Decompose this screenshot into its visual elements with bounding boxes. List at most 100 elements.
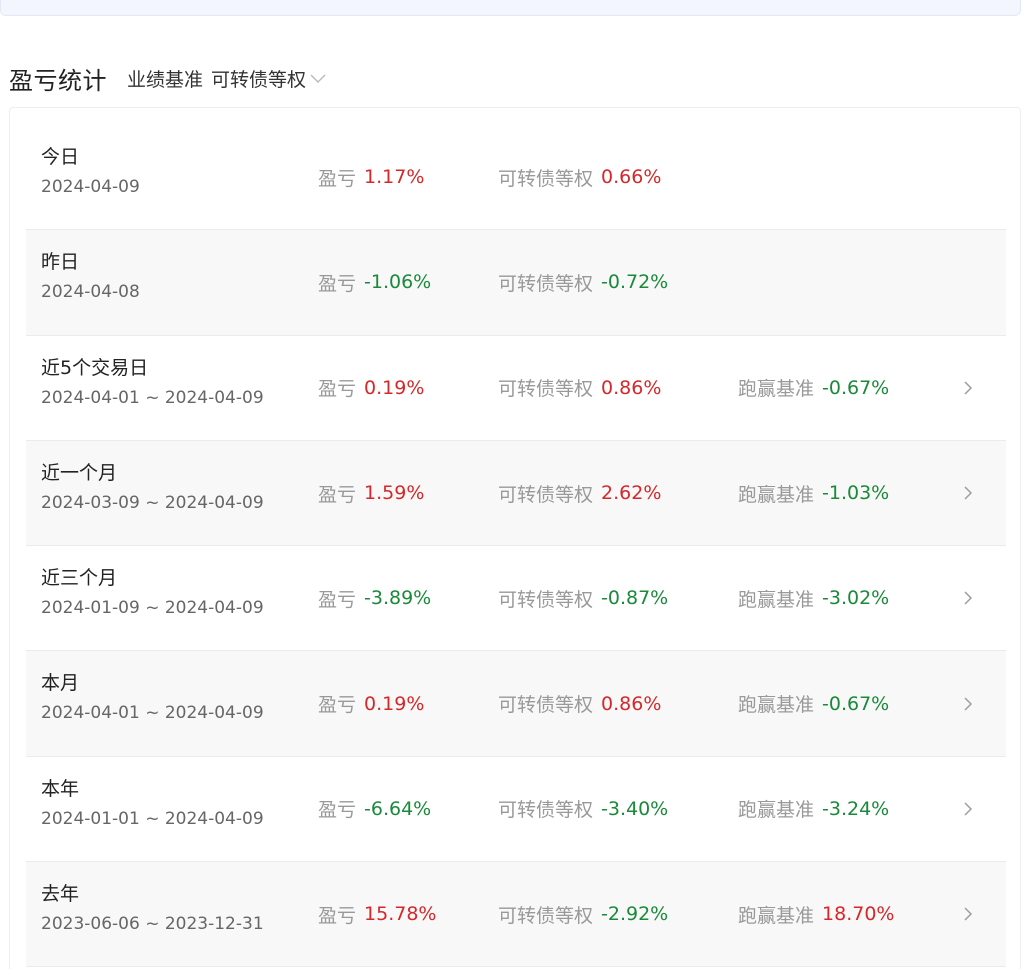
period-date-range: 2024-04-09	[41, 177, 140, 197]
stats-row: 今日 2024-04-09 盈亏 1.17% 可转债等权 0.66%	[26, 125, 1006, 231]
pnl-value: 0.19%	[364, 376, 425, 399]
excess-return-label: 跑赢基准	[738, 588, 815, 611]
pnl-label: 盈亏	[318, 167, 357, 190]
row-detail-link[interactable]	[963, 546, 973, 650]
stats-row: 昨日 2024-04-08 盈亏 -1.06% 可转债等权 -0.72%	[26, 230, 1006, 336]
period-info: 去年 2023-06-06 ~ 2023-12-31	[41, 881, 264, 935]
period-info: 近三个月 2024-01-09 ~ 2024-04-09	[41, 565, 264, 619]
pnl-label: 盈亏	[318, 272, 357, 295]
pnl-value: 0.19%	[364, 692, 425, 715]
benchmark-metric: 可转债等权 -0.72%	[498, 230, 668, 334]
stats-header: 盈亏统计 业绩基准 可转债等权	[9, 60, 326, 96]
row-detail-link[interactable]	[963, 757, 973, 861]
benchmark-metric-label: 可转债等权	[498, 904, 594, 927]
chevron-right-icon	[964, 697, 973, 711]
chevron-down-icon	[310, 74, 326, 83]
row-detail-link[interactable]	[963, 862, 973, 966]
pnl-value: -3.89%	[364, 587, 432, 610]
benchmark-metric-label: 可转债等权	[498, 378, 594, 401]
pnl-metric: 盈亏 0.19%	[318, 651, 424, 755]
stats-row[interactable]: 本年 2024-01-01 ~ 2024-04-09 盈亏 -6.64% 可转债…	[26, 757, 1006, 863]
pnl-label: 盈亏	[318, 799, 357, 822]
stats-row[interactable]: 近5个交易日 2024-04-01 ~ 2024-04-09 盈亏 0.19% …	[26, 336, 1006, 441]
pnl-label: 盈亏	[318, 904, 357, 927]
period-name: 近5个交易日	[41, 356, 149, 379]
pnl-value: -6.64%	[364, 797, 432, 820]
benchmark-metric-value: -2.92%	[601, 903, 669, 926]
period-name: 本月	[41, 672, 80, 695]
period-name: 近三个月	[41, 567, 118, 590]
excess-return-value: -3.02%	[822, 587, 890, 610]
benchmark-dropdown[interactable]: 可转债等权	[211, 65, 326, 92]
benchmark-metric-label: 可转债等权	[498, 483, 594, 506]
pnl-label: 盈亏	[318, 483, 357, 506]
period-date-range: 2024-04-01 ~ 2024-04-09	[41, 703, 264, 724]
benchmark-metric: 可转债等权 0.86%	[498, 336, 661, 440]
stats-row[interactable]: 近三个月 2024-01-09 ~ 2024-04-09 盈亏 -3.89% 可…	[26, 546, 1006, 652]
pnl-metric: 盈亏 -6.64%	[318, 757, 431, 861]
benchmark-metric-label: 可转债等权	[498, 272, 594, 295]
row-detail-link[interactable]	[963, 441, 973, 545]
pnl-value: 1.59%	[364, 482, 425, 505]
pnl-label: 盈亏	[318, 378, 357, 401]
chevron-right-icon	[964, 591, 973, 605]
benchmark-metric-value: 2.62%	[601, 482, 662, 505]
stats-row[interactable]: 去年 2023-06-06 ~ 2023-12-31 盈亏 15.78% 可转债…	[26, 862, 1006, 968]
stats-row[interactable]: 本月 2024-04-01 ~ 2024-04-09 盈亏 0.19% 可转债等…	[26, 651, 1006, 757]
period-info: 今日 2024-04-09	[41, 144, 140, 198]
chevron-right-icon	[964, 802, 973, 816]
pnl-value: 1.17%	[364, 166, 425, 189]
benchmark-metric: 可转债等权 0.86%	[498, 651, 661, 755]
pnl-metric: 盈亏 -3.89%	[318, 546, 431, 650]
excess-return-metric: 跑赢基准 -0.67%	[738, 336, 889, 440]
excess-return-metric: 跑赢基准 -3.02%	[738, 546, 889, 650]
chevron-right-icon	[964, 381, 973, 395]
benchmark-metric: 可转债等权 -3.40%	[498, 757, 668, 861]
excess-return-metric: 跑赢基准 -3.24%	[738, 757, 889, 861]
pnl-value: -1.06%	[364, 271, 432, 294]
benchmark-metric-value: 0.66%	[601, 166, 662, 189]
pnl-stats-list: 今日 2024-04-09 盈亏 1.17% 可转债等权 0.66% 昨日 20…	[26, 125, 1006, 968]
excess-return-value: -3.24%	[822, 797, 890, 820]
pnl-metric: 盈亏 1.17%	[318, 125, 424, 229]
pnl-label: 盈亏	[318, 588, 357, 611]
pnl-value: 15.78%	[364, 903, 437, 926]
pnl-metric: 盈亏 0.19%	[318, 336, 424, 440]
benchmark-metric-value: 0.86%	[601, 692, 662, 715]
period-date-range: 2024-01-01 ~ 2024-04-09	[41, 808, 264, 829]
period-name: 本年	[41, 777, 80, 800]
excess-return-label: 跑赢基准	[738, 483, 815, 506]
benchmark-metric: 可转债等权 -2.92%	[498, 862, 668, 966]
pnl-stats-panel: 今日 2024-04-09 盈亏 1.17% 可转债等权 0.66% 昨日 20…	[9, 107, 1021, 969]
benchmark-metric: 可转债等权 -0.87%	[498, 546, 668, 650]
period-date-range: 2024-04-08	[41, 282, 140, 303]
pnl-metric: 盈亏 -1.06%	[318, 230, 431, 334]
page-title: 盈亏统计	[9, 66, 107, 95]
row-detail-link[interactable]	[963, 651, 973, 755]
period-date-range: 2024-04-01 ~ 2024-04-09	[41, 387, 264, 408]
period-name: 今日	[41, 146, 80, 168]
period-date-range: 2024-01-09 ~ 2024-04-09	[41, 598, 264, 619]
benchmark-value: 可转债等权	[211, 68, 307, 91]
period-info: 本月 2024-04-01 ~ 2024-04-09	[41, 670, 264, 724]
benchmark-metric-label: 可转债等权	[498, 167, 594, 190]
benchmark-label: 业绩基准	[127, 68, 204, 91]
row-detail-link[interactable]	[963, 336, 973, 440]
benchmark-metric-value: -0.87%	[601, 587, 669, 610]
chevron-right-icon	[964, 907, 973, 921]
excess-return-label: 跑赢基准	[738, 378, 815, 401]
excess-return-value: -0.67%	[822, 376, 890, 399]
excess-return-value: -1.03%	[822, 482, 890, 505]
benchmark-metric-value: -0.72%	[601, 271, 669, 294]
period-info: 本年 2024-01-01 ~ 2024-04-09	[41, 776, 264, 830]
excess-return-metric: 跑赢基准 -0.67%	[738, 651, 889, 755]
pnl-metric: 盈亏 15.78%	[318, 862, 436, 966]
top-banner-strip	[0, 0, 1021, 16]
excess-return-metric: 跑赢基准 18.70%	[738, 862, 894, 966]
benchmark-metric-label: 可转债等权	[498, 694, 594, 717]
stats-row[interactable]: 近一个月 2024-03-09 ~ 2024-04-09 盈亏 1.59% 可转…	[26, 440, 1006, 547]
period-date-range: 2023-06-06 ~ 2023-12-31	[41, 914, 264, 935]
excess-return-label: 跑赢基准	[738, 799, 815, 822]
period-name: 近一个月	[41, 461, 118, 484]
period-name: 去年	[41, 883, 80, 906]
